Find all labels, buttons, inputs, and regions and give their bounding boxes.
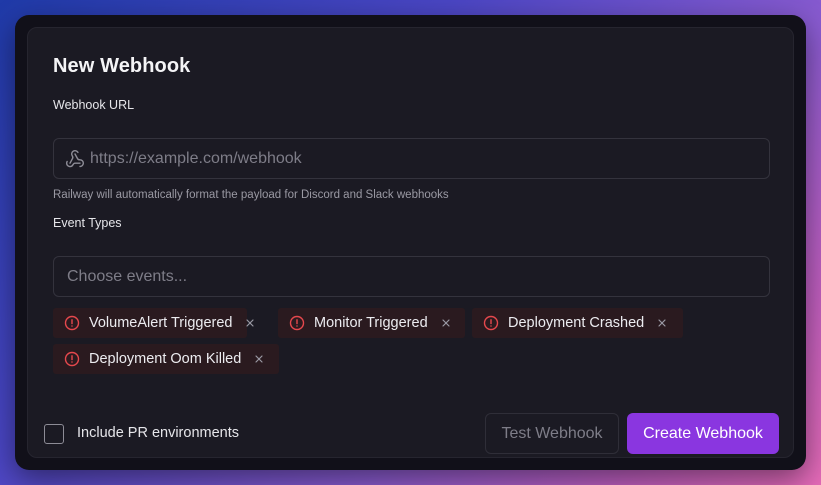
event-chip-volumealert-triggered: VolumeAlert Triggered [53, 308, 255, 338]
webhook-url-hint: Railway will automatically format the pa… [53, 189, 449, 201]
dialog-title: New Webhook [53, 55, 191, 77]
remove-chip-icon[interactable] [657, 318, 667, 328]
alert-circle-icon [64, 351, 80, 367]
alert-circle-icon [64, 315, 80, 331]
event-chip-deployment-oom-killed: Deployment Oom Killed [53, 344, 279, 374]
event-chip-label: Monitor Triggered [314, 315, 428, 331]
event-types-label: Event Types [53, 216, 122, 230]
remove-chip-icon[interactable] [245, 318, 255, 328]
event-chip-label: Deployment Crashed [508, 315, 645, 331]
event-chip-deployment-crashed: Deployment Crashed [472, 308, 683, 338]
test-webhook-button[interactable]: Test Webhook [485, 413, 619, 454]
event-chip-label: VolumeAlert Triggered [89, 315, 233, 331]
alert-circle-icon [289, 315, 305, 331]
event-types-field[interactable] [53, 256, 770, 297]
webhook-dialog-window: New Webhook Webhook URL Railway will aut… [15, 15, 806, 470]
webhook-url-input[interactable] [90, 139, 760, 178]
webhook-form-panel: New Webhook Webhook URL Railway will aut… [27, 27, 794, 458]
include-pr-label[interactable]: Include PR environments [77, 425, 239, 441]
webhook-url-label: Webhook URL [53, 98, 135, 112]
remove-chip-icon[interactable] [441, 318, 451, 328]
include-pr-checkbox[interactable] [44, 424, 64, 444]
webhook-url-field[interactable] [53, 138, 770, 179]
event-chip-label: Deployment Oom Killed [89, 351, 242, 367]
event-types-input[interactable] [67, 257, 757, 296]
webhook-icon [65, 149, 84, 168]
event-chip-monitor-triggered: Monitor Triggered [278, 308, 465, 338]
create-webhook-button[interactable]: Create Webhook [627, 413, 779, 454]
remove-chip-icon[interactable] [254, 354, 264, 364]
alert-circle-icon [483, 315, 499, 331]
